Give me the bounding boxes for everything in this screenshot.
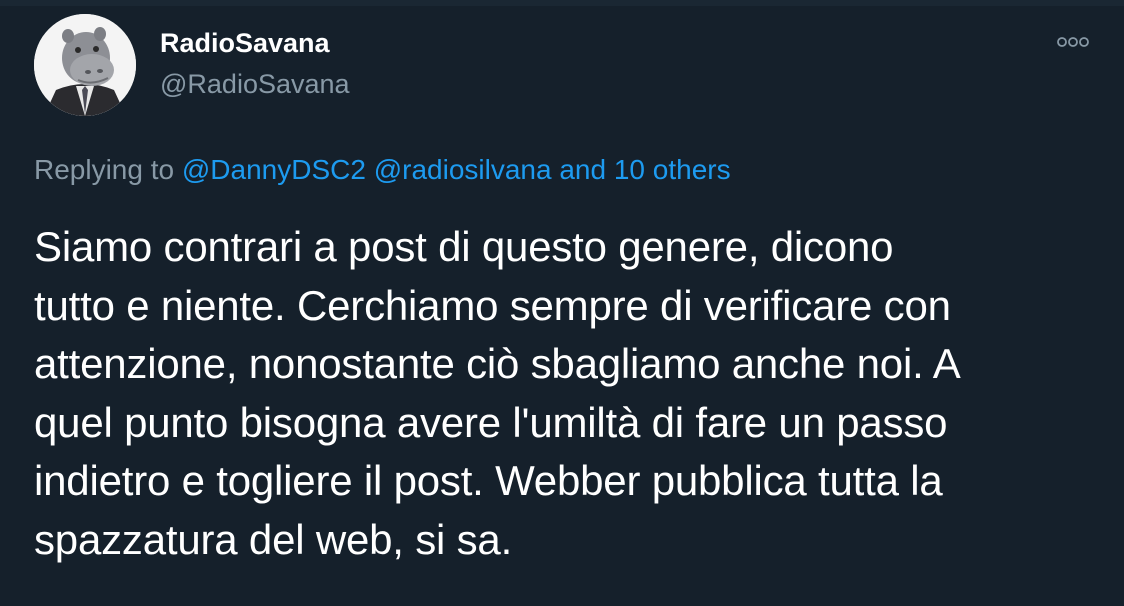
author-handle[interactable]: @RadioSavana [160, 67, 350, 101]
more-options-icon [1057, 37, 1089, 47]
tweet-text-line: Siamo contrari a post di questo genere, … [34, 223, 894, 270]
tweet-text-line: quel punto bisogna avere l'umiltà di far… [34, 398, 948, 446]
top-divider [0, 0, 1124, 6]
more-options-button[interactable] [1050, 28, 1096, 56]
tweet-text-line: attenzione, nonostante ciò sbagliamo anc… [34, 340, 961, 387]
replying-to-label: Replying to [34, 154, 182, 185]
replying-to-line: Replying to @DannyDSC2 @radiosilvana and… [34, 152, 731, 188]
tweet-text: Siamo contrari a post di questo genere, … [34, 218, 1094, 569]
mention-link-dannydsc2[interactable]: @DannyDSC2 [182, 154, 366, 185]
tweet-text-line: indietro e togliere il post. Webber pubb… [34, 457, 943, 504]
tweet-text-line: spazzatura del web, si sa. [34, 515, 513, 563]
avatar[interactable] [34, 14, 136, 116]
mention-link-radiosilvana[interactable]: @radiosilvana [374, 154, 552, 185]
others-link[interactable]: and 10 others [559, 154, 730, 185]
author-display-name[interactable]: RadioSavana [160, 26, 330, 60]
tweet-text-line: tutto e niente. Cerchiamo sempre di veri… [34, 281, 951, 329]
hippo-in-suit-avatar-icon [34, 14, 136, 116]
